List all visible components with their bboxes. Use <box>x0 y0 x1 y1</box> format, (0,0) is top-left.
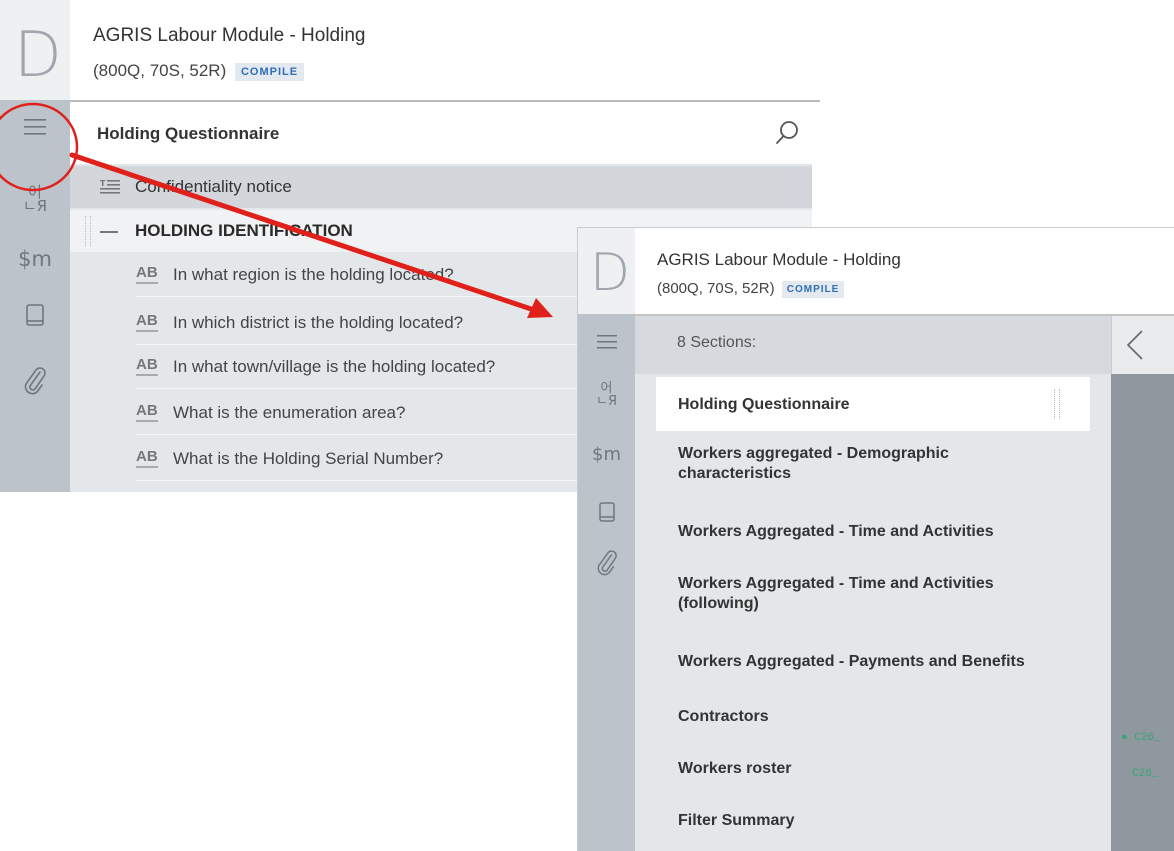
drag-handle-icon[interactable] <box>85 216 91 246</box>
compile-button[interactable]: COMPILE <box>781 280 845 298</box>
section-title-bar: Holding Questionnaire <box>70 102 820 164</box>
left-rail: D 어 ㄴЯ $m <box>578 228 635 851</box>
designer-panel-sections: D 어 ㄴЯ $m AGRIS Labour Module - Holding (… <box>577 227 1174 851</box>
section-item[interactable]: Workers roster <box>656 759 1090 789</box>
static-text-icon: T <box>100 179 120 194</box>
stats-text: (800Q, 70S, 52R) <box>657 280 775 297</box>
sections-list: Holding Questionnaire Workers aggregated… <box>635 374 1111 851</box>
compile-button[interactable]: COMPILE <box>234 62 305 81</box>
questionnaire-canvas-overlay: ● C26_ C26_ <box>1111 374 1174 851</box>
questionnaire-header: AGRIS Labour Module - Holding (800Q, 70S… <box>635 228 1174 316</box>
macros-icon[interactable]: $m <box>578 444 635 465</box>
sections-header: 8 Sections: <box>635 316 1111 374</box>
sections-count: 8 Sections: <box>677 334 757 351</box>
section-label: Workers Aggregated - Time and Activities… <box>678 575 994 612</box>
section-item[interactable]: Workers aggregated - Demographic charact… <box>656 444 1090 494</box>
svg-text:T: T <box>100 179 106 188</box>
section-item[interactable]: Workers Aggregated - Time and Activities… <box>656 574 1090 624</box>
group-label: HOLDING IDENTIFICATION <box>135 221 353 240</box>
question-label: In what region is the holding located? <box>173 265 454 284</box>
section-label: Workers Aggregated - Payments and Benefi… <box>678 653 1025 670</box>
chevron-left-icon <box>1126 330 1143 360</box>
attachment-icon[interactable] <box>578 549 635 581</box>
text-question-icon: AB <box>136 403 158 422</box>
drag-handle-icon[interactable] <box>1054 389 1060 419</box>
section-item-active[interactable]: Holding Questionnaire <box>656 377 1090 431</box>
logo-letter: D <box>590 243 631 303</box>
questionnaire-header: AGRIS Labour Module - Holding (800Q, 70S… <box>70 0 820 102</box>
section-label: Filter Summary <box>678 812 795 829</box>
text-question-icon: AB <box>136 265 158 284</box>
static-text-item[interactable]: T Confidentiality notice <box>70 166 812 208</box>
section-label: Workers Aggregated - Time and Activities <box>678 523 994 540</box>
section-label: Holding Questionnaire <box>678 396 850 413</box>
question-label: What is the Holding Serial Number? <box>173 449 444 468</box>
code-snippet: C26_ <box>1132 768 1159 780</box>
translation-icon[interactable]: 어 ㄴЯ <box>578 382 635 408</box>
question-label: In what town/village is the holding loca… <box>173 357 496 376</box>
section-item[interactable]: Contractors <box>656 707 1090 737</box>
collapse-icon[interactable] <box>100 231 118 233</box>
section-label: Contractors <box>678 708 769 725</box>
code-snippet: ● C26_ <box>1121 732 1161 744</box>
text-question-icon: AB <box>136 449 158 468</box>
menu-icon[interactable] <box>578 334 635 354</box>
translation-icon[interactable]: 어 ㄴЯ <box>0 185 70 214</box>
section-label: Workers aggregated - Demographic charact… <box>678 445 949 482</box>
question-label: In which district is the holding located… <box>173 313 464 332</box>
left-rail: D 어 ㄴЯ $m <box>0 0 70 492</box>
app-logo: D <box>578 228 635 314</box>
logo-letter: D <box>14 18 62 91</box>
lookup-table-icon[interactable] <box>0 304 70 332</box>
questionnaire-stats: (800Q, 70S, 52R) COMPILE <box>657 280 845 298</box>
section-item[interactable]: Workers Aggregated - Time and Activities <box>656 522 1090 552</box>
app-logo: D <box>0 0 70 100</box>
lookup-table-icon[interactable] <box>578 502 635 528</box>
questionnaire-stats: (800Q, 70S, 52R) COMPILE <box>93 61 305 81</box>
text-question-icon: AB <box>136 313 158 332</box>
menu-icon[interactable] <box>0 118 70 140</box>
questionnaire-title: AGRIS Labour Module - Holding <box>657 250 901 269</box>
section-item[interactable]: Workers Aggregated - Payments and Benefi… <box>656 652 1090 682</box>
questionnaire-title: AGRIS Labour Module - Holding <box>93 25 366 46</box>
section-title: Holding Questionnaire <box>97 124 280 143</box>
macros-icon[interactable]: $m <box>0 247 70 271</box>
collapse-sections-button[interactable] <box>1111 316 1174 374</box>
search-icon[interactable] <box>774 120 800 146</box>
attachment-icon[interactable] <box>0 366 70 400</box>
section-label: Workers roster <box>678 760 792 777</box>
stats-text: (800Q, 70S, 52R) <box>93 61 227 80</box>
question-label: What is the enumeration area? <box>173 403 406 422</box>
text-question-icon: AB <box>136 357 158 376</box>
static-text-label: Confidentiality notice <box>135 177 292 196</box>
section-item[interactable]: Filter Summary <box>656 811 1090 841</box>
